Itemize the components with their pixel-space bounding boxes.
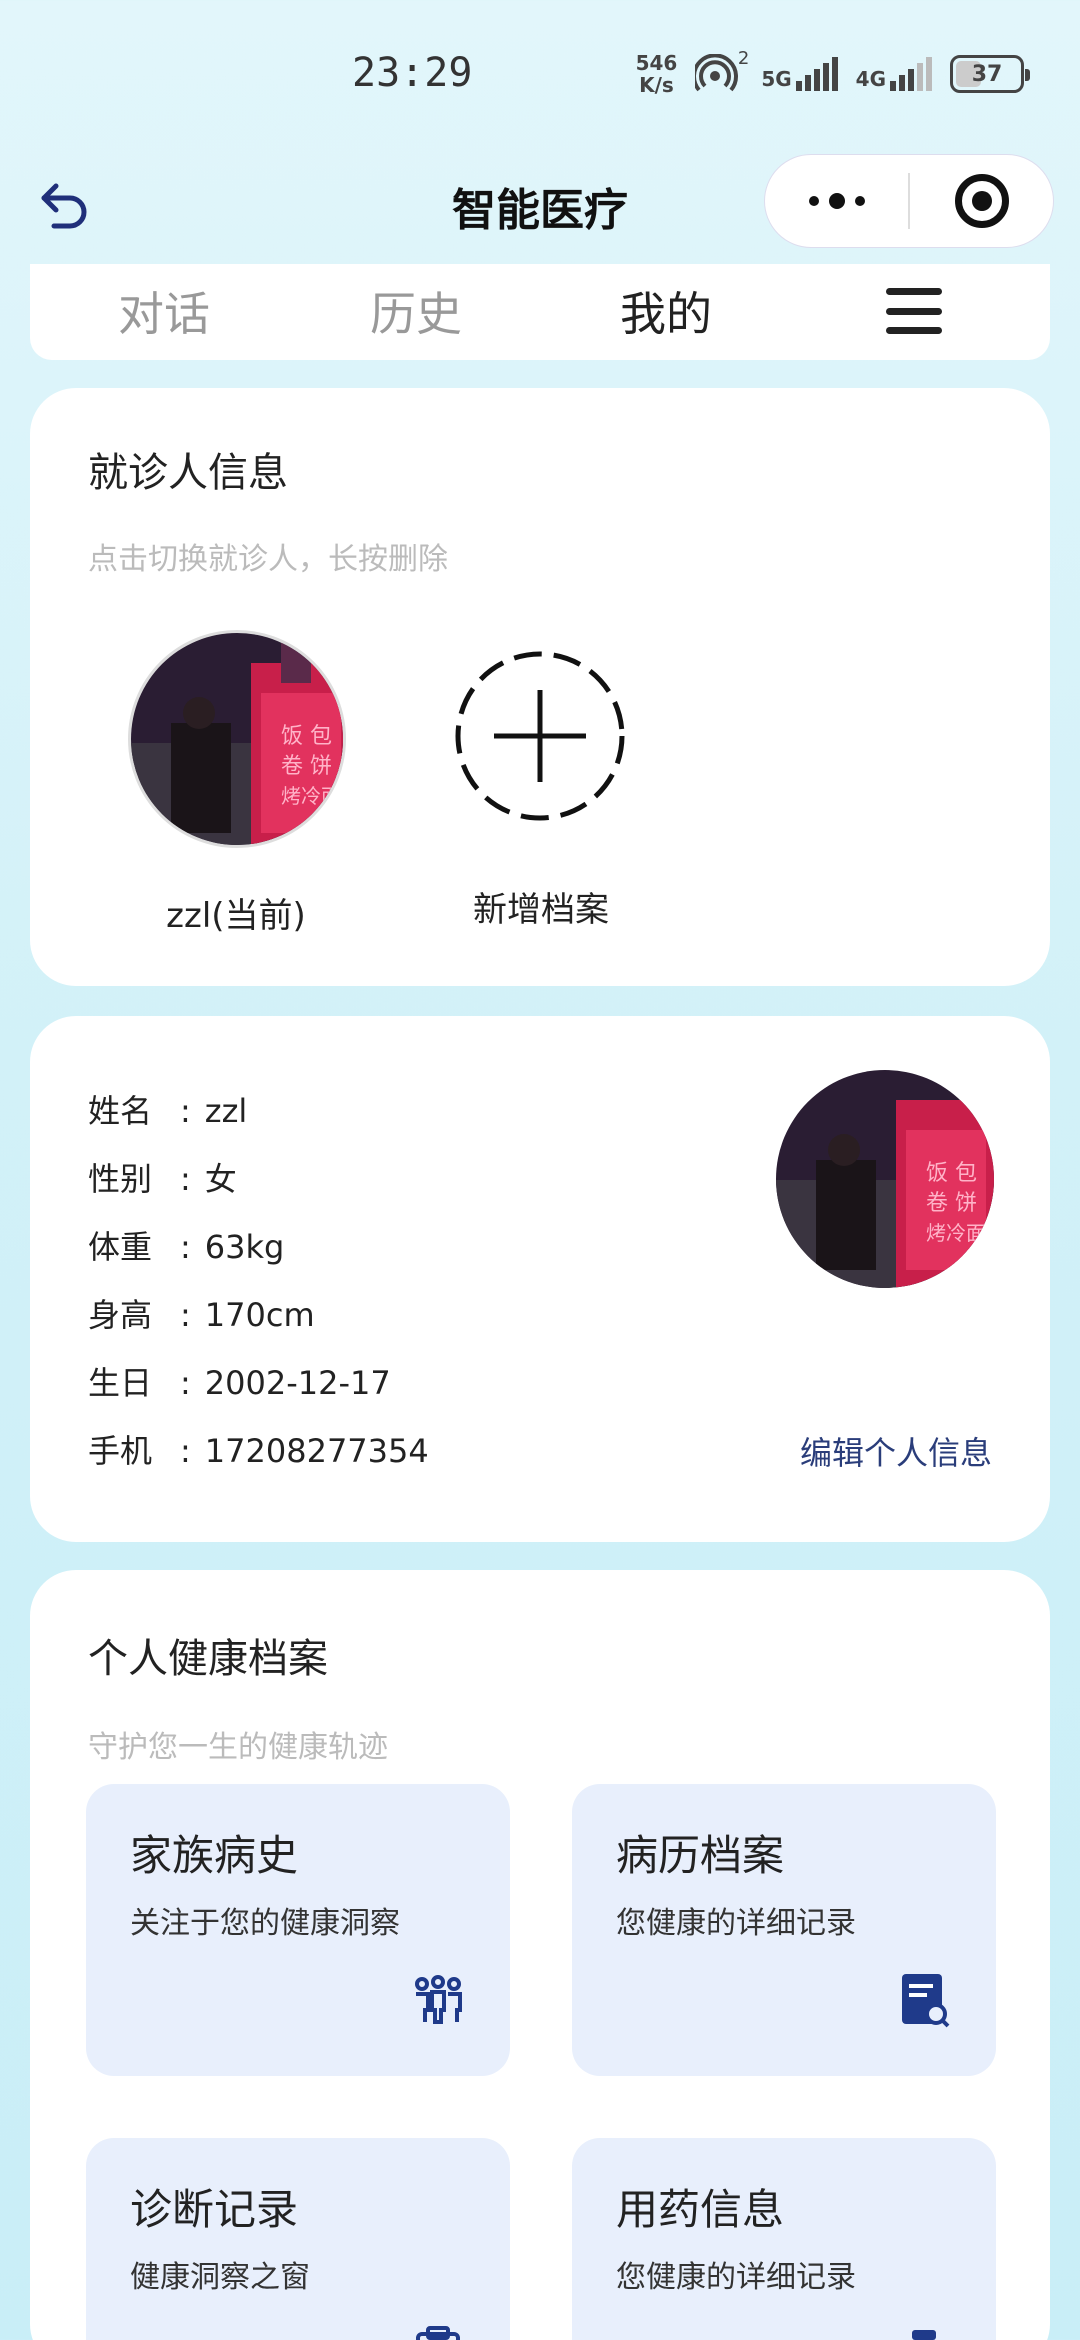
- card-title: 就诊人信息: [88, 450, 288, 496]
- info-row-weight: 体重:63kg: [88, 1228, 285, 1266]
- medicine-bottle-icon: [896, 2326, 952, 2340]
- status-icons: 546 K/s 2 5G 4G 37: [635, 48, 1030, 97]
- svg-text:卷 饼: 卷 饼: [926, 1191, 977, 1216]
- signal-bars-icon: [890, 57, 932, 91]
- tile-diagnosis-records[interactable]: 诊断记录 健康洞察之窗: [86, 2138, 510, 2340]
- patient-info-card: 就诊人信息 点击切换就诊人，长按删除 饭 包 卷 饼 烤冷面 zzl(当前) 新…: [30, 388, 1050, 986]
- info-row-birthday: 生日:2002-12-17: [88, 1364, 391, 1402]
- svg-text:饭 包: 饭 包: [281, 724, 332, 749]
- health-archive-card: 个人健康档案 守护您一生的健康轨迹 家族病史 关注于您的健康洞察 病历档案 您健…: [30, 1570, 1050, 2340]
- family-icon: [410, 1972, 466, 2028]
- mini-program-capsule: [764, 154, 1054, 248]
- svg-text:饭 包: 饭 包: [926, 1161, 977, 1186]
- card-subtitle: 点击切换就诊人，长按删除: [88, 542, 448, 577]
- clipboard-icon: [410, 2326, 466, 2340]
- tile-medication-info[interactable]: 用药信息 您健康的详细记录: [572, 2138, 996, 2340]
- battery-icon: 37: [950, 55, 1030, 93]
- signal-sim1: 5G: [761, 57, 838, 91]
- info-row-gender: 性别: 女: [88, 1160, 237, 1198]
- document-search-icon: [896, 1972, 952, 2028]
- close-target-icon[interactable]: [910, 174, 1053, 228]
- profile-avatar: 饭 包 卷 饼 烤冷面: [776, 1070, 994, 1288]
- status-bar: 23:29 546 K/s 2 5G 4G 37: [0, 0, 1080, 150]
- svg-text:烤冷面: 烤冷面: [926, 1221, 986, 1245]
- edit-profile-link[interactable]: 编辑个人信息: [800, 1428, 992, 1474]
- add-profile-label[interactable]: 新增档案: [430, 882, 652, 931]
- info-row-name: 姓名: zzl: [88, 1092, 248, 1130]
- patient-avatar[interactable]: 饭 包 卷 饼 烤冷面: [128, 630, 346, 848]
- info-row-phone: 手机:17208277354: [88, 1432, 429, 1470]
- tab-history[interactable]: 历史: [370, 278, 462, 344]
- tab-mine[interactable]: 我的: [620, 278, 712, 344]
- signal-bars-icon: [795, 57, 838, 91]
- patient-name[interactable]: zzl(当前): [100, 888, 372, 937]
- hotspot-icon: 2: [692, 48, 749, 94]
- personal-info-card: 姓名: zzl 性别: 女 体重:63kg 身高:170cm 生日:2002-12-…: [30, 1016, 1050, 1542]
- card-title: 个人健康档案: [88, 1636, 328, 1682]
- svg-text:烤冷面: 烤冷面: [281, 784, 341, 808]
- tab-bar: 对话 历史 我的: [30, 264, 1050, 360]
- card-subtitle: 守护您一生的健康轨迹: [88, 1730, 388, 1765]
- network-speed: 546 K/s: [635, 51, 678, 97]
- title-bar: 智能医疗: [0, 150, 1080, 255]
- more-options-icon[interactable]: [765, 193, 908, 209]
- menu-icon[interactable]: [886, 288, 942, 334]
- svg-text:卷 饼: 卷 饼: [281, 754, 332, 779]
- info-row-height: 身高:170cm: [88, 1296, 315, 1334]
- tab-chat[interactable]: 对话: [118, 278, 210, 344]
- add-profile-icon[interactable]: [454, 650, 626, 822]
- signal-sim2: 4G: [856, 57, 932, 91]
- status-time: 23:29: [352, 50, 473, 96]
- tile-medical-records[interactable]: 病历档案 您健康的详细记录: [572, 1784, 996, 2076]
- tile-family-history[interactable]: 家族病史 关注于您的健康洞察: [86, 1784, 510, 2076]
